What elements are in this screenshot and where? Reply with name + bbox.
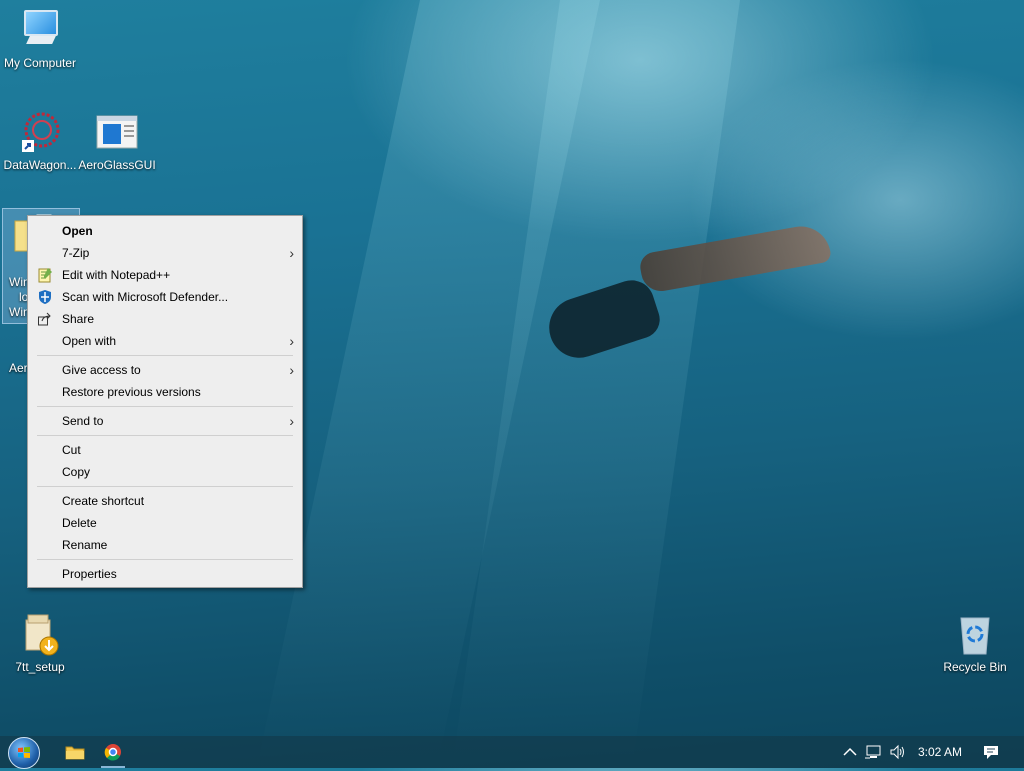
windows-logo-icon (18, 747, 30, 758)
file-explorer-taskbar-button[interactable] (63, 740, 87, 764)
menu-item-copy[interactable]: Copy (28, 461, 302, 483)
desktop-icon-recycle-bin[interactable]: Recycle Bin (935, 612, 1015, 674)
menu-item-open-with[interactable]: Open with › (28, 330, 302, 352)
submenu-arrow-icon: › (289, 333, 294, 349)
volume-tray-button[interactable] (888, 742, 908, 766)
menu-item-cut[interactable]: Cut (28, 439, 302, 461)
menu-item-create-shortcut[interactable]: Create shortcut (28, 490, 302, 512)
network-tray-button[interactable] (864, 742, 884, 766)
hidden-icon-label: Aer (9, 361, 28, 375)
menu-separator (37, 486, 293, 487)
menu-item-give-access[interactable]: Give access to › (28, 359, 302, 381)
notification-icon (984, 746, 998, 759)
desktop-icon-label: 7tt_setup (15, 660, 65, 674)
file-explorer-icon (65, 746, 85, 760)
menu-item-open[interactable]: Open (28, 220, 302, 242)
aeroglass-window-icon (95, 110, 139, 154)
action-center-button[interactable] (981, 742, 1001, 766)
share-icon (37, 311, 53, 327)
menu-item-share[interactable]: Share (28, 308, 302, 330)
speaker-icon (890, 744, 904, 760)
menu-item-properties[interactable]: Properties (28, 563, 302, 585)
datawagon-icon (18, 110, 62, 154)
desktop-icon-my-computer[interactable]: My Computer (0, 8, 80, 70)
show-hidden-icons-button[interactable] (840, 742, 860, 766)
menu-item-edit-notepad[interactable]: Edit with Notepad++ (28, 264, 302, 286)
menu-separator (37, 355, 293, 356)
menu-item-send-to[interactable]: Send to › (28, 410, 302, 432)
chevron-up-icon (843, 747, 857, 756)
clock[interactable]: 3:02 AM (918, 745, 962, 759)
menu-separator (37, 406, 293, 407)
start-button[interactable] (8, 737, 40, 769)
desktop-icon-label: My Computer (3, 56, 77, 70)
taskbar: 3:02 AM (0, 736, 1024, 769)
submenu-arrow-icon: › (289, 362, 294, 378)
menu-separator (37, 435, 293, 436)
desktop-icon-aeroglassgui[interactable]: AeroGlassGUI (77, 110, 157, 172)
recycle-bin-icon (953, 612, 997, 656)
desktop-icon-label: Recycle Bin (943, 660, 1007, 674)
menu-item-restore-versions[interactable]: Restore previous versions (28, 381, 302, 403)
menu-item-rename[interactable]: Rename (28, 534, 302, 556)
network-icon (865, 745, 881, 759)
defender-shield-icon (37, 289, 53, 305)
installer-box-icon (18, 612, 62, 656)
notepad-plus-icon (37, 267, 53, 283)
submenu-arrow-icon: › (289, 413, 294, 429)
desktop-icon-7tt-setup[interactable]: 7tt_setup (0, 612, 80, 674)
menu-separator (37, 559, 293, 560)
menu-item-scan-defender[interactable]: Scan with Microsoft Defender... (28, 286, 302, 308)
menu-item-7zip[interactable]: 7-Zip › (28, 242, 302, 264)
desktop-icon-label: AeroGlassGUI (78, 158, 156, 172)
menu-item-delete[interactable]: Delete (28, 512, 302, 534)
context-menu: Open 7-Zip › Edit with Notepad++ Scan wi… (27, 215, 303, 588)
desktop-icon-label: DataWagon... (3, 158, 77, 172)
computer-icon (18, 8, 62, 52)
desktop-icon-datawagon[interactable]: DataWagon... (0, 110, 80, 172)
chrome-taskbar-button[interactable] (101, 740, 125, 768)
submenu-arrow-icon: › (289, 245, 294, 261)
chrome-icon (104, 744, 121, 761)
